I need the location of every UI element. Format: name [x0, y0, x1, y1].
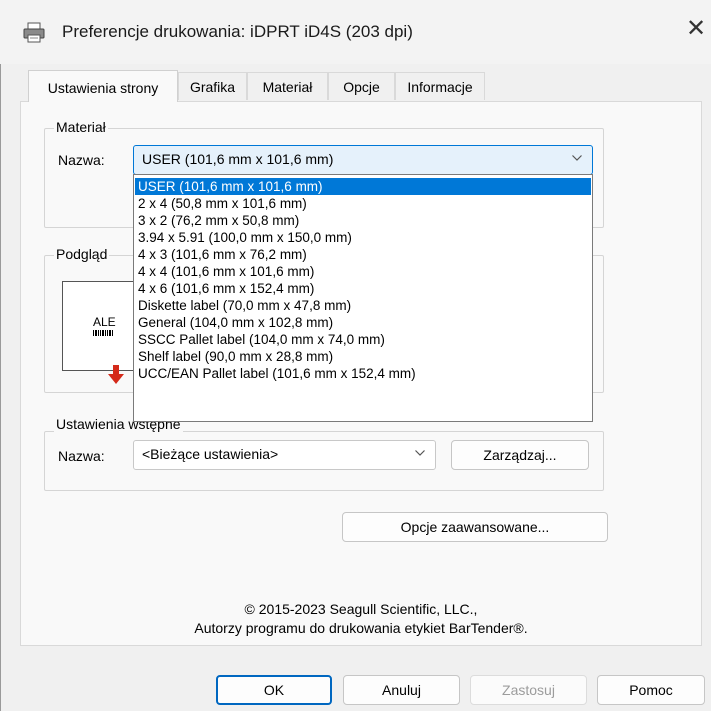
dropdown-option[interactable]: 2 x 4 (50,8 mm x 101,6 mm) — [135, 195, 591, 212]
copyright-line-1: © 2015-2023 Seagull Scientific, LLC., — [244, 601, 478, 617]
presets-select[interactable]: <Bieżące ustawienia> — [133, 440, 436, 470]
material-name-label: Nazwa: — [58, 152, 105, 168]
dropdown-option[interactable]: 3.94 x 5.91 (100,0 mm x 150,0 mm) — [135, 229, 591, 246]
manage-presets-button[interactable]: Zarządzaj... — [451, 440, 589, 470]
dropdown-option[interactable]: 4 x 6 (101,6 mm x 152,4 mm) — [135, 280, 591, 297]
copyright-line-2: Autorzy programu do drukowania etykiet B… — [194, 620, 528, 636]
close-icon[interactable]: ✕ — [686, 17, 706, 41]
dropdown-option[interactable]: UCC/EAN Pallet label (101,6 mm x 152,4 m… — [135, 365, 591, 382]
dropdown-option[interactable]: Shelf label (90,0 mm x 28,8 mm) — [135, 348, 591, 365]
help-button[interactable]: Pomoc — [597, 675, 705, 705]
cancel-button[interactable]: Anuluj — [343, 675, 460, 705]
material-select[interactable]: USER (101,6 mm x 101,6 mm) — [133, 145, 593, 175]
presets-select-value: <Bieżące ustawienia> — [142, 446, 279, 462]
chevron-down-icon — [415, 450, 425, 456]
preview-label-text: ALE — [93, 315, 116, 329]
tab-material[interactable]: Materiał — [247, 72, 328, 100]
ok-button[interactable]: OK — [216, 675, 332, 705]
title-bar[interactable]: Preferencje drukowania: iDPRT iD4S (203 … — [0, 0, 711, 64]
tab-page-setup[interactable]: Ustawienia strony — [28, 70, 178, 102]
feed-direction-arrow-icon — [108, 365, 124, 384]
material-legend: Materiał — [54, 119, 108, 135]
dropdown-option[interactable]: SSCC Pallet label (104,0 mm x 74,0 mm) — [135, 331, 591, 348]
material-dropdown-list: USER (101,6 mm x 101,6 mm) 2 x 4 (50,8 m… — [133, 174, 593, 422]
apply-button[interactable]: Zastosuj — [470, 675, 587, 705]
chevron-down-icon — [572, 155, 582, 161]
window-edge — [0, 0, 1, 711]
dropdown-option[interactable]: Diskette label (70,0 mm x 47,8 mm) — [135, 297, 591, 314]
dropdown-option[interactable]: General (104,0 mm x 102,8 mm) — [135, 314, 591, 331]
tab-information[interactable]: Informacje — [395, 72, 485, 100]
printer-icon — [22, 22, 46, 44]
barcode-icon — [93, 330, 113, 336]
dropdown-option[interactable]: 3 x 2 (76,2 mm x 50,8 mm) — [135, 212, 591, 229]
tab-options[interactable]: Opcje — [328, 72, 395, 100]
dropdown-option[interactable]: 4 x 4 (101,6 mm x 101,6 mm) — [135, 263, 591, 280]
window-title: Preferencje drukowania: iDPRT iD4S (203 … — [62, 22, 413, 41]
material-select-value: USER (101,6 mm x 101,6 mm) — [142, 151, 334, 167]
tab-graphics[interactable]: Grafika — [178, 72, 247, 100]
advanced-options-button[interactable]: Opcje zaawansowane... — [342, 512, 608, 542]
presets-name-label: Nazwa: — [58, 448, 105, 464]
preview-legend: Podgląd — [54, 246, 110, 262]
dropdown-option[interactable]: 4 x 3 (101,6 mm x 76,2 mm) — [135, 246, 591, 263]
label-preview: ALE — [62, 281, 134, 371]
dropdown-option[interactable]: USER (101,6 mm x 101,6 mm) — [135, 178, 591, 195]
